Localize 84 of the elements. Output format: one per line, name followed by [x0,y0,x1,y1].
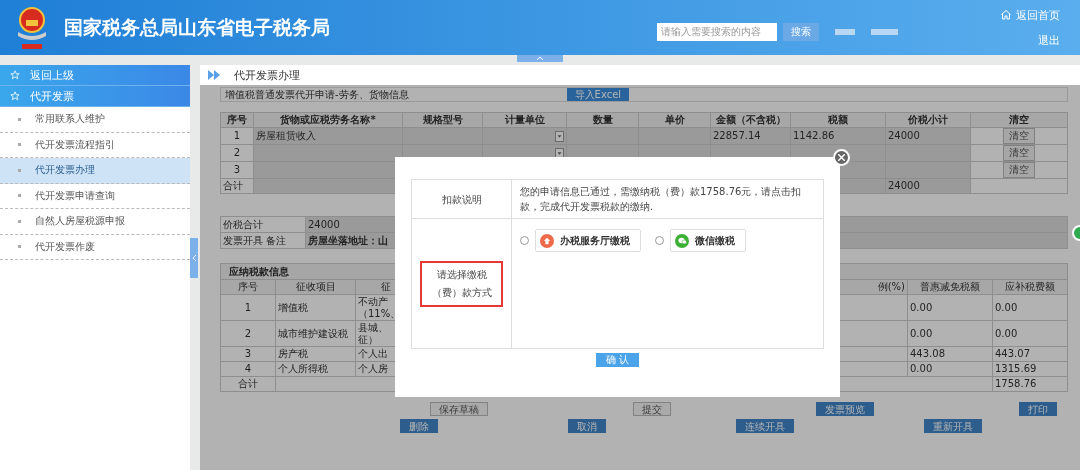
column-header: 序号 [221,113,254,128]
table-cell: 1142.86 [791,128,886,145]
search-field[interactable]: 请输入需要搜索的内容 [657,22,777,41]
column-header: 单价 [639,113,711,128]
table-cell: 3 [221,162,254,179]
column-header: 货物或应税劳务名称* [254,113,403,128]
cell-text: 不动产 [358,295,388,308]
column-header: 计量单位 [483,113,567,128]
column-header: 规格型号 [403,113,483,128]
column-header: 普惠减免税额 [908,280,993,295]
table-cell: 房屋租赁收入 [254,128,403,145]
notice-text: 增值税普通发票代开申请-劳务、货物信息 [225,87,409,102]
action-button[interactable]: 重新开具 [924,419,982,433]
star-icon [10,91,20,101]
table-cell: 0.00 [993,295,1068,321]
collapse-left-tab[interactable] [190,237,198,278]
table-cell: 房产税 [276,347,356,362]
page-title: 代开发票办理 [234,67,300,83]
column-header: 序号 [221,280,276,295]
table-cell: 24000 [886,179,971,194]
table-cell: 443.07 [993,347,1068,362]
chevron-left-icon [191,254,197,261]
table-cell: 4 [221,362,276,377]
sidebar-group[interactable]: 代开发票 [0,86,190,107]
import-button[interactable]: 导入Excel [566,88,630,101]
action-button[interactable]: 删除 [400,419,438,433]
column-header: 数量 [567,113,639,128]
action-button[interactable]: 发票预览 [816,402,874,416]
clear-button[interactable]: 清空 [1003,145,1035,161]
payment-option[interactable]: 微信缴税 [670,229,746,252]
table-cell: 1 [221,295,276,321]
payment-option[interactable]: 办税服务厅缴税 [535,229,641,252]
radio-button[interactable] [520,236,529,245]
double-arrow-icon [208,70,220,80]
table-cell: 增值税 [276,295,356,321]
dropdown-caret-icon[interactable] [555,130,564,142]
table-cell: 合计 [221,179,254,194]
table-cell: 3 [221,347,276,362]
action-button[interactable]: 打印 [1019,402,1057,416]
cell-text: 征） [358,333,378,346]
column-header: 金额（不含税） [711,113,791,128]
table-cell: 2 [221,145,254,162]
table-cell: 城市维护建设税 [276,321,356,347]
column-header: 税额 [791,113,886,128]
redacted-block [871,28,898,35]
table-cell: 0.00 [908,295,993,321]
info-text: 您的申请信息已通过，需缴纳税（费）款1758.76元，请点击扣款，完成代开发票税款的缴纳. [512,180,824,219]
chevron-up-icon [537,56,543,61]
field-label: 请选择缴税（费）款方式 [420,260,503,307]
column-header: 应补税费额 [993,280,1068,295]
column-header: 征收项目 [276,280,356,295]
table-cell: 443.08 [908,347,993,362]
action-button[interactable]: 连续开具 [736,419,794,433]
table-cell: 2 [221,321,276,347]
table-cell: 24000 [886,128,971,145]
column-header: 清空 [971,113,1068,128]
table-cell: 0.00 [908,362,993,377]
table-cell: 个人所得税 [276,362,356,377]
cell-text: （11%、 [358,307,401,320]
sidebar-group[interactable]: 返回上级 [0,65,190,86]
table-cell: 合计 [221,377,276,392]
table-cell: 1758.76 [993,377,1068,392]
table-cell: 22857.14 [711,128,791,145]
clear-button[interactable]: 清空 [1003,162,1035,178]
action-button[interactable]: 取消 [568,419,606,433]
sidebar-item[interactable]: 代开发票办理 [0,158,190,184]
close-icon [838,154,845,161]
radio-button[interactable] [655,236,664,245]
clear-button[interactable]: 清空 [1003,128,1035,144]
site-title: 国家税务总局山东省电子税务局 [64,14,330,40]
field-label: 扣款说明 [412,180,512,219]
star-icon [10,70,20,80]
table-cell: 0.00 [908,321,993,347]
table-cell: 1 [221,128,254,145]
cell-text: 县城、 [358,321,388,334]
search-button[interactable]: 搜索 [783,22,819,41]
column-header: 价税小计 [886,113,971,128]
field-label: 发票开具 备注 [221,233,306,249]
confirm-button[interactable]: 确 认 [595,353,640,367]
table-cell: 1315.69 [993,362,1068,377]
redacted-block [835,28,855,35]
chat-bubbles-icon [675,233,689,248]
table-cell: 0.00 [993,321,1068,347]
field-label: 价税合计 [221,217,306,233]
